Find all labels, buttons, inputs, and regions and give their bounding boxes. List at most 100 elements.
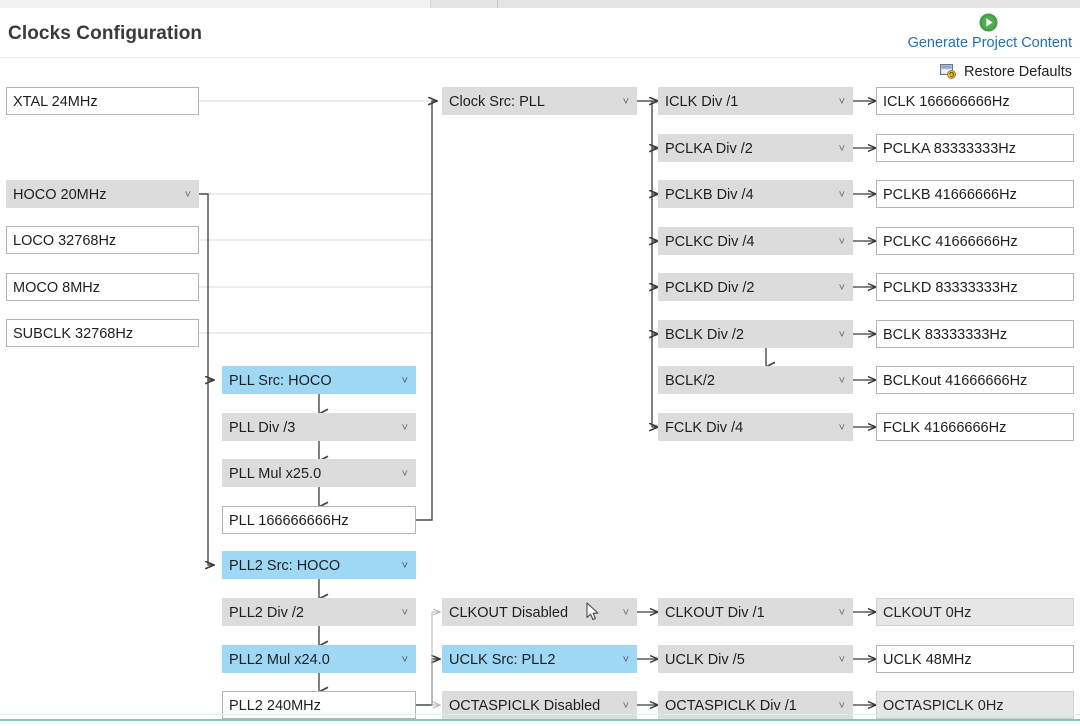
clock-source-loco-label: LOCO 32768Hz — [13, 233, 117, 249]
output-bclkout-label: BCLKout 41666666Hz — [883, 373, 1028, 389]
pll-output-label: PLL 166666666Hz — [229, 513, 349, 529]
clock-source-subclk[interactable]: SUBCLK 32768Hz — [6, 319, 199, 347]
footer-accent-rule — [0, 719, 1080, 721]
output-iclk: ICLK 166666666Hz — [876, 87, 1074, 115]
pll2-src-combo[interactable]: PLL2 Src: HOCO ˅ — [222, 551, 416, 579]
window-top-strip-right — [430, 0, 1080, 8]
output-bclkout: BCLKout 41666666Hz — [876, 366, 1074, 394]
clocks-configuration-window: Clocks Configuration Generate Project Co… — [0, 0, 1080, 726]
chevron-down-icon[interactable]: ˅ — [402, 414, 408, 440]
divider-bclk-half[interactable]: BCLK/2 ˅ — [658, 366, 853, 394]
clock-source-moco[interactable]: MOCO 8MHz — [6, 273, 199, 301]
output-fclk: FCLK 41666666Hz — [876, 413, 1074, 441]
pll2-mul-label: PLL2 Mul x24.0 — [229, 652, 330, 668]
divider-bclk-label: BCLK Div /2 — [665, 327, 744, 343]
divider-bclk-half-label: BCLK/2 — [665, 373, 715, 389]
chevron-down-icon[interactable]: ˅ — [839, 88, 845, 114]
divider-pclkb[interactable]: PCLKB Div /4 ˅ — [658, 180, 853, 208]
uclk-output-label: UCLK 48MHz — [883, 652, 972, 668]
divider-iclk-label: ICLK Div /1 — [665, 94, 739, 110]
chevron-down-icon[interactable]: ˅ — [839, 135, 845, 161]
play-circle-icon[interactable] — [979, 13, 998, 32]
clock-source-moco-label: MOCO 8MHz — [13, 280, 100, 296]
output-pclka: PCLKA 83333333Hz — [876, 134, 1074, 162]
divider-fclk[interactable]: FCLK Div /4 ˅ — [658, 413, 853, 441]
chevron-down-icon[interactable]: ˅ — [402, 367, 408, 393]
divider-fclk-label: FCLK Div /4 — [665, 420, 744, 436]
octaspiclk-src-label: OCTASPICLK Disabled — [449, 698, 601, 714]
pll-src-combo[interactable]: PLL Src: HOCO ˅ — [222, 366, 416, 394]
output-bclk-label: BCLK 83333333Hz — [883, 327, 1008, 343]
clkout-output: CLKOUT 0Hz — [876, 598, 1074, 626]
footer-divider — [0, 714, 1080, 715]
chevron-down-icon[interactable]: ˅ — [402, 646, 408, 672]
uclk-src-combo[interactable]: UCLK Src: PLL2 ˅ — [442, 645, 637, 673]
pll-output-value: PLL 166666666Hz — [222, 506, 416, 534]
clock-tree-canvas: XTAL 24MHz HOCO 20MHz ˅ LOCO 32768Hz MOC… — [0, 50, 1080, 726]
pll2-src-label: PLL2 Src: HOCO — [229, 558, 341, 574]
chevron-down-icon[interactable]: ˅ — [402, 599, 408, 625]
output-pclkb: PCLKB 41666666Hz — [876, 180, 1074, 208]
pll-div-combo[interactable]: PLL Div /3 ˅ — [222, 413, 416, 441]
chevron-down-icon[interactable]: ˅ — [402, 552, 408, 578]
octaspiclk-div-label: OCTASPICLK Div /1 — [665, 698, 797, 714]
output-pclka-label: PCLKA 83333333Hz — [883, 141, 1017, 157]
divider-bclk[interactable]: BCLK Div /2 ˅ — [658, 320, 853, 348]
chevron-down-icon[interactable]: ˅ — [623, 599, 629, 625]
page-title: Clocks Configuration — [8, 23, 203, 44]
output-pclkd-label: PCLKD 83333333Hz — [883, 280, 1018, 296]
pll-src-label: PLL Src: HOCO — [229, 373, 332, 389]
output-fclk-label: FCLK 41666666Hz — [883, 420, 1007, 436]
clock-source-subclk-label: SUBCLK 32768Hz — [13, 326, 134, 342]
chevron-down-icon[interactable]: ˅ — [623, 646, 629, 672]
pll-mul-combo[interactable]: PLL Mul x25.0 ˅ — [222, 459, 416, 487]
pll-mul-label: PLL Mul x25.0 — [229, 466, 322, 482]
clkout-div-combo[interactable]: CLKOUT Div /1 ˅ — [658, 598, 853, 626]
pll-div-label: PLL Div /3 — [229, 420, 296, 436]
clkout-src-combo[interactable]: CLKOUT Disabled ˅ — [442, 598, 637, 626]
uclk-div-label: UCLK Div /5 — [665, 652, 745, 668]
uclk-src-label: UCLK Src: PLL2 — [449, 652, 556, 668]
divider-iclk[interactable]: ICLK Div /1 ˅ — [658, 87, 853, 115]
chevron-down-icon[interactable]: ˅ — [839, 181, 845, 207]
output-iclk-label: ICLK 166666666Hz — [883, 94, 1010, 110]
clock-src-combo[interactable]: Clock Src: PLL ˅ — [442, 87, 637, 115]
divider-pclkc[interactable]: PCLKC Div /4 ˅ — [658, 227, 853, 255]
divider-pclkd[interactable]: PCLKD Div /2 ˅ — [658, 273, 853, 301]
clock-source-hoco[interactable]: HOCO 20MHz ˅ — [6, 180, 199, 208]
divider-pclka-label: PCLKA Div /2 — [665, 141, 753, 157]
divider-pclka[interactable]: PCLKA Div /2 ˅ — [658, 134, 853, 162]
clock-source-xtal-label: XTAL 24MHz — [13, 94, 98, 110]
chevron-down-icon[interactable]: ˅ — [839, 414, 845, 440]
chevron-down-icon[interactable]: ˅ — [839, 599, 845, 625]
generate-project-content[interactable]: Generate Project Content — [908, 35, 1072, 51]
chevron-down-icon[interactable]: ˅ — [839, 367, 845, 393]
octaspiclk-output-label: OCTASPICLK 0Hz — [883, 698, 1004, 714]
chevron-down-icon[interactable]: ˅ — [839, 228, 845, 254]
output-pclkb-label: PCLKB 41666666Hz — [883, 187, 1017, 203]
uclk-div-combo[interactable]: UCLK Div /5 ˅ — [658, 645, 853, 673]
clock-src-label: Clock Src: PLL — [449, 94, 545, 110]
window-top-strip-seam — [497, 0, 498, 8]
pll2-mul-combo[interactable]: PLL2 Mul x24.0 ˅ — [222, 645, 416, 673]
pll2-div-label: PLL2 Div /2 — [229, 605, 304, 621]
clkout-src-label: CLKOUT Disabled — [449, 605, 569, 621]
clkout-div-label: CLKOUT Div /1 — [665, 605, 765, 621]
divider-pclkb-label: PCLKB Div /4 — [665, 187, 754, 203]
chevron-down-icon[interactable]: ˅ — [839, 321, 845, 347]
generate-project-content-label[interactable]: Generate Project Content — [908, 35, 1072, 51]
chevron-down-icon[interactable]: ˅ — [402, 460, 408, 486]
uclk-output: UCLK 48MHz — [876, 645, 1074, 673]
page-header: Clocks Configuration Generate Project Co… — [0, 8, 1080, 80]
chevron-down-icon[interactable]: ˅ — [839, 274, 845, 300]
clock-source-xtal[interactable]: XTAL 24MHz — [6, 87, 199, 115]
chevron-down-icon[interactable]: ˅ — [839, 646, 845, 672]
clock-source-loco[interactable]: LOCO 32768Hz — [6, 226, 199, 254]
chevron-down-icon[interactable]: ˅ — [623, 88, 629, 114]
pll2-output-label: PLL2 240MHz — [229, 698, 321, 714]
chevron-down-icon[interactable]: ˅ — [185, 181, 191, 207]
output-bclk: BCLK 83333333Hz — [876, 320, 1074, 348]
clock-source-hoco-label: HOCO 20MHz — [13, 187, 107, 203]
divider-pclkc-label: PCLKC Div /4 — [665, 234, 755, 250]
pll2-div-combo[interactable]: PLL2 Div /2 ˅ — [222, 598, 416, 626]
